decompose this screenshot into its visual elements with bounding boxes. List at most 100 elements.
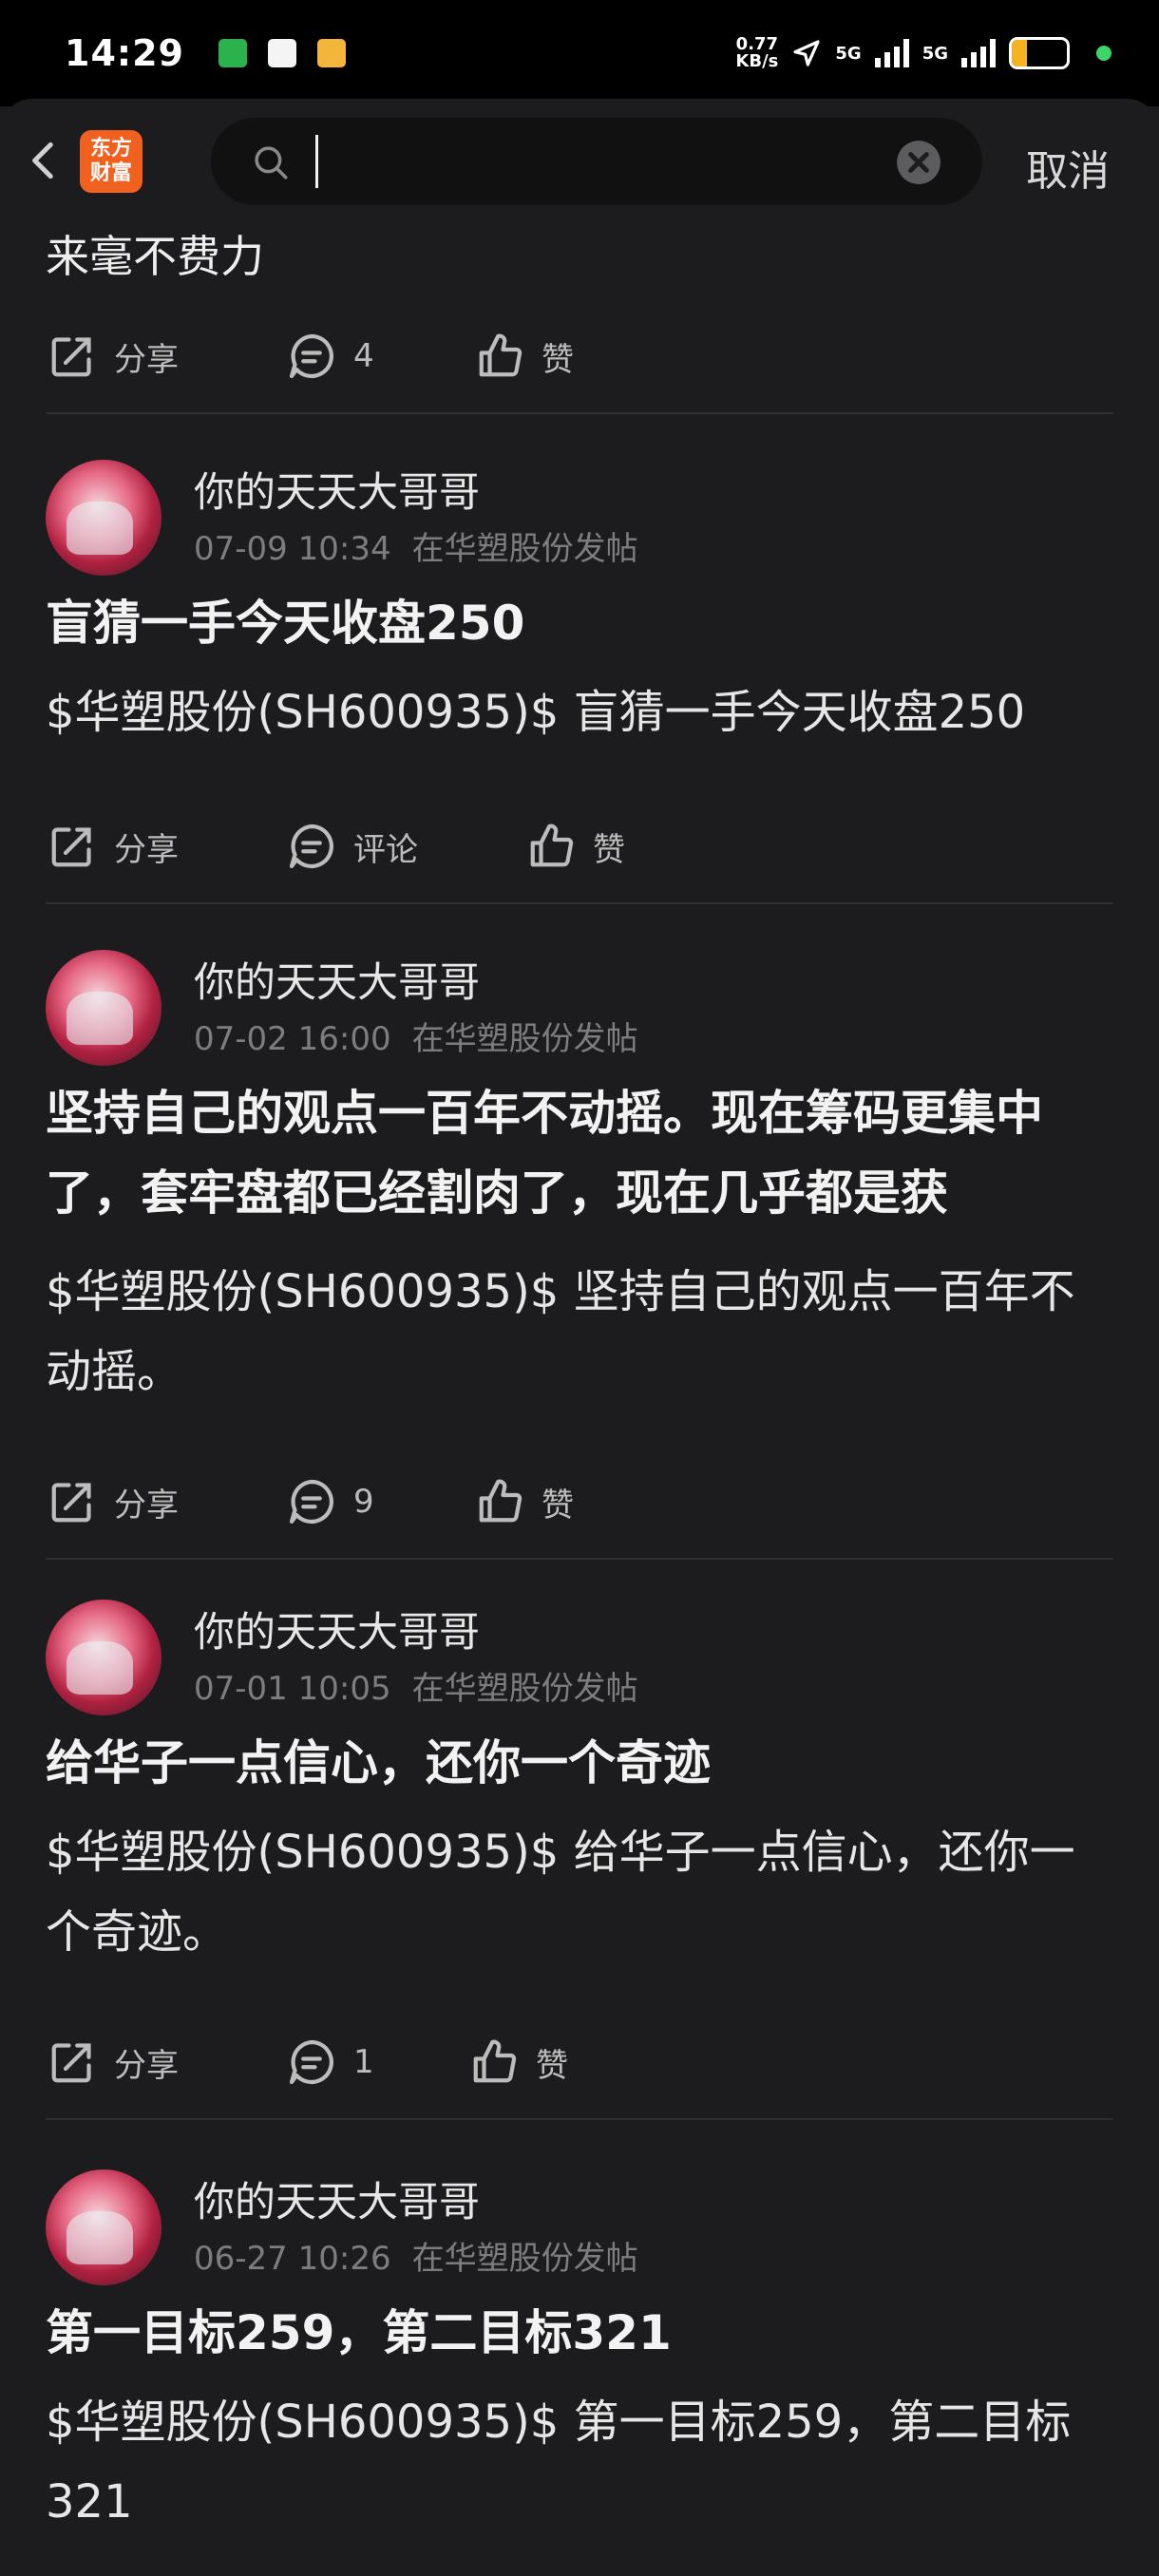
search-results-sheet: 来毫不费力 分享 4 赞 你的天天大哥哥 07-09 10:34 在华塑股份发帖 … <box>0 99 1159 2576</box>
share-label: 分享 <box>114 830 179 869</box>
divider <box>46 2118 1113 2120</box>
share-button[interactable]: 分享 <box>46 1468 179 1535</box>
search-header: 东方 财富 取消 <box>0 99 1159 222</box>
status-right: 0.77 KB/s 5G 5G 28 <box>735 36 1112 70</box>
previous-post-text: 来毫不费力 <box>46 231 264 282</box>
comment-label: 评论 <box>353 830 418 869</box>
search-icon <box>255 146 288 180</box>
post-title: 坚持自己的观点一百年不动摇。现在筹码更集中了，套牢盘都已经割肉了，现在几乎都是获 <box>46 1086 1043 1221</box>
post-time: 07-09 10:34 <box>194 530 391 568</box>
previous-post-actions: 分享 4 赞 <box>46 323 1113 389</box>
avatar[interactable] <box>46 950 162 1066</box>
post-meta: 07-01 10:05 在华塑股份发帖 <box>194 1662 638 1709</box>
share-button[interactable]: 分享 <box>46 323 179 389</box>
like-label: 赞 <box>542 1486 574 1525</box>
battery-fill <box>1012 40 1028 66</box>
search-bar[interactable] <box>211 118 982 205</box>
divider <box>46 1558 1113 1560</box>
comment-icon <box>289 2039 333 2085</box>
network-label-1: 5G <box>835 43 862 64</box>
signal-icon-2 <box>961 39 996 67</box>
like-label: 赞 <box>536 2046 568 2085</box>
share-label: 分享 <box>114 1486 179 1525</box>
post-time: 07-01 10:05 <box>194 1670 391 1708</box>
share-icon <box>51 2043 91 2083</box>
avatar[interactable] <box>46 1600 162 1715</box>
app-logo[interactable]: 东方 财富 <box>80 130 142 193</box>
back-icon[interactable] <box>21 137 68 184</box>
notification-icons <box>218 39 346 67</box>
post-source: 在华塑股份发帖 <box>411 2240 638 2278</box>
net-speed: 0.77 KB/s <box>735 36 778 70</box>
username[interactable]: 你的天天大哥哥 <box>194 460 480 519</box>
battery-icon: 28 <box>1009 37 1070 69</box>
clear-icon[interactable] <box>895 139 942 186</box>
username[interactable]: 你的天天大哥哥 <box>194 1600 480 1658</box>
post-body: $华塑股份(SH600935)$ 给华子一点信心，还你一个奇迹。 <box>46 1826 1075 1959</box>
avatar[interactable] <box>46 460 162 576</box>
post-title: 第一目标259，第二目标321 <box>46 2305 672 2360</box>
post-meta: 07-02 16:00 在华塑股份发帖 <box>194 1013 638 1059</box>
like-label: 赞 <box>542 340 574 379</box>
share-button[interactable]: 分享 <box>46 2029 179 2095</box>
comment-count: 1 <box>353 2043 374 2081</box>
cancel-button[interactable]: 取消 <box>1026 137 1110 198</box>
folder-icon <box>316 39 346 67</box>
post-time: 06-27 10:26 <box>194 2240 391 2278</box>
wechat-icon <box>218 39 247 67</box>
comment-count: 4 <box>353 337 374 375</box>
post-body: $华塑股份(SH600935)$ 第一目标259，第二目标321 <box>46 2396 1072 2529</box>
post-actions: 分享 1 赞 <box>46 2029 1113 2095</box>
post-actions: 分享 评论 赞 <box>46 813 1113 880</box>
share-icon <box>51 337 91 377</box>
active-dot-icon <box>1096 46 1112 61</box>
location-icon <box>793 40 820 66</box>
logo-text-2: 财富 <box>89 161 132 185</box>
comment-button[interactable]: 1 <box>285 2029 374 2095</box>
divider <box>46 902 1113 904</box>
app-icon <box>267 39 296 67</box>
like-button[interactable]: 赞 <box>473 1468 574 1535</box>
post-source: 在华塑股份发帖 <box>411 530 638 568</box>
avatar[interactable] <box>46 2169 162 2285</box>
comment-icon <box>289 824 333 869</box>
status-bar: 14:29 0.77 KB/s 5G 5G 28 <box>0 0 1159 106</box>
comment-count: 9 <box>353 1483 374 1521</box>
network-label-2: 5G <box>922 43 948 64</box>
comment-button[interactable]: 9 <box>285 1468 374 1535</box>
comment-icon <box>289 333 333 379</box>
share-button[interactable]: 分享 <box>46 813 179 880</box>
post-title: 给华子一点信心，还你一个奇迹 <box>46 1735 711 1790</box>
post-actions: 分享 9 赞 <box>46 1468 1113 1535</box>
signal-icon <box>874 39 909 67</box>
divider <box>46 412 1113 414</box>
status-time: 14:29 <box>65 32 184 74</box>
post-time: 07-02 16:00 <box>194 1020 391 1058</box>
post-source: 在华塑股份发帖 <box>411 1670 638 1708</box>
share-label: 分享 <box>114 340 179 379</box>
post-source: 在华塑股份发帖 <box>411 1020 638 1058</box>
thumbs-up-icon <box>479 1479 522 1523</box>
post-title: 盲猜一手今天收盘250 <box>46 596 525 651</box>
post-meta: 06-27 10:26 在华塑股份发帖 <box>194 2232 638 2279</box>
thumbs-up-icon <box>530 824 574 867</box>
share-label: 分享 <box>114 2046 179 2085</box>
comment-button[interactable]: 评论 <box>285 813 418 880</box>
comment-icon <box>289 1479 333 1525</box>
battery-level: 28 <box>1026 42 1053 65</box>
net-speed-unit: KB/s <box>735 51 779 71</box>
share-icon <box>51 1483 91 1523</box>
comment-button[interactable]: 4 <box>285 323 374 389</box>
post-meta: 07-09 10:34 在华塑股份发帖 <box>194 522 638 569</box>
like-button[interactable]: 赞 <box>473 323 574 389</box>
post-body: $华塑股份(SH600935)$ 坚持自己的观点一百年不动摇。 <box>46 1265 1075 1398</box>
like-button[interactable]: 赞 <box>467 2029 568 2095</box>
post-body: $华塑股份(SH600935)$ 盲猜一手今天收盘250 <box>46 686 1026 739</box>
like-button[interactable]: 赞 <box>524 813 625 880</box>
share-icon <box>51 827 91 867</box>
username[interactable]: 你的天天大哥哥 <box>194 2169 480 2228</box>
thumbs-up-icon <box>479 333 522 377</box>
search-input[interactable] <box>315 135 847 188</box>
username[interactable]: 你的天天大哥哥 <box>194 950 480 1009</box>
like-label: 赞 <box>593 830 625 869</box>
